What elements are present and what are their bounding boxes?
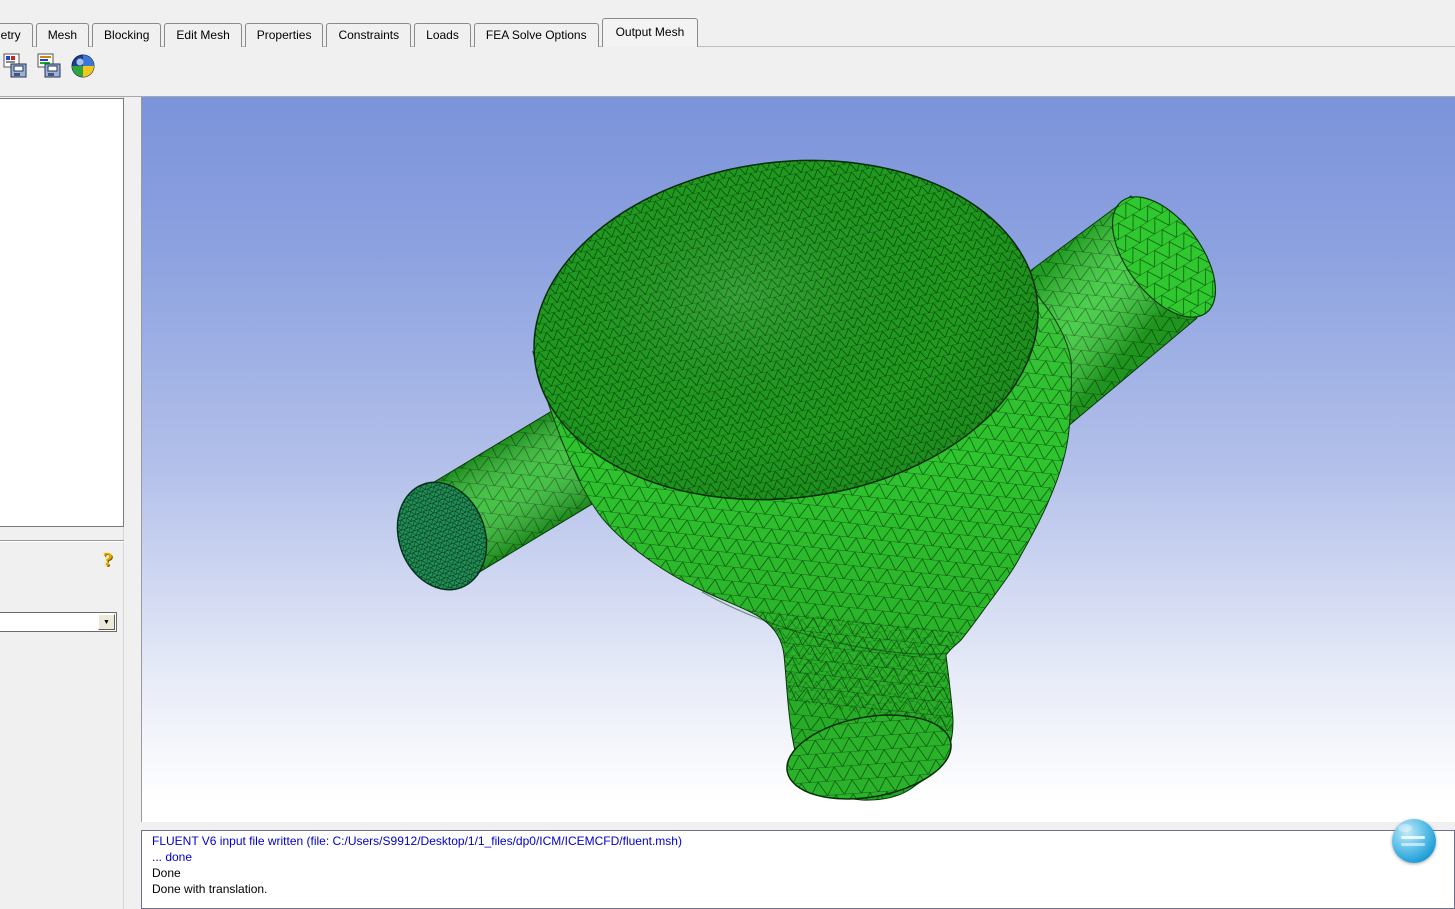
- tab-properties[interactable]: Properties: [244, 23, 324, 47]
- model-tree-panel[interactable]: [0, 98, 124, 527]
- tab-bar: Geometry Mesh Blocking Edit Mesh Propert…: [0, 18, 701, 47]
- log-line: Done: [152, 866, 181, 880]
- chevron-down-icon[interactable]: ▼: [98, 614, 115, 630]
- message-log[interactable]: FLUENT V6 input file written (file: C:/U…: [141, 830, 1455, 909]
- log-line: FLUENT V6 input file written (file: C:/U…: [152, 834, 682, 848]
- write-input-icon[interactable]: [70, 53, 97, 79]
- tab-fea-solve-options[interactable]: FEA Solve Options: [473, 23, 599, 47]
- meshed-tee-model[interactable]: [142, 97, 1455, 822]
- blue-sphere-icon: [1392, 819, 1436, 863]
- left-panel-divider: [0, 540, 124, 542]
- tab-mesh[interactable]: Mesh: [35, 23, 90, 47]
- selection-dropdown[interactable]: ▼: [0, 612, 117, 632]
- output-toolbar: [2, 53, 97, 83]
- tab-blocking[interactable]: Blocking: [92, 23, 162, 47]
- log-line: Done with translation.: [152, 882, 268, 896]
- tab-loads[interactable]: Loads: [414, 23, 471, 47]
- tab-geometry[interactable]: Geometry: [0, 23, 33, 47]
- tab-constraints[interactable]: Constraints: [326, 23, 412, 47]
- log-line: ... done: [152, 850, 193, 864]
- boundary-conditions-icon[interactable]: [36, 53, 63, 79]
- tab-output-mesh[interactable]: Output Mesh: [601, 18, 699, 47]
- help-icon[interactable]: ?: [98, 549, 118, 571]
- tab-edit-mesh[interactable]: Edit Mesh: [164, 23, 242, 47]
- select-solver-icon[interactable]: [2, 53, 29, 79]
- 3d-viewport[interactable]: [141, 97, 1455, 822]
